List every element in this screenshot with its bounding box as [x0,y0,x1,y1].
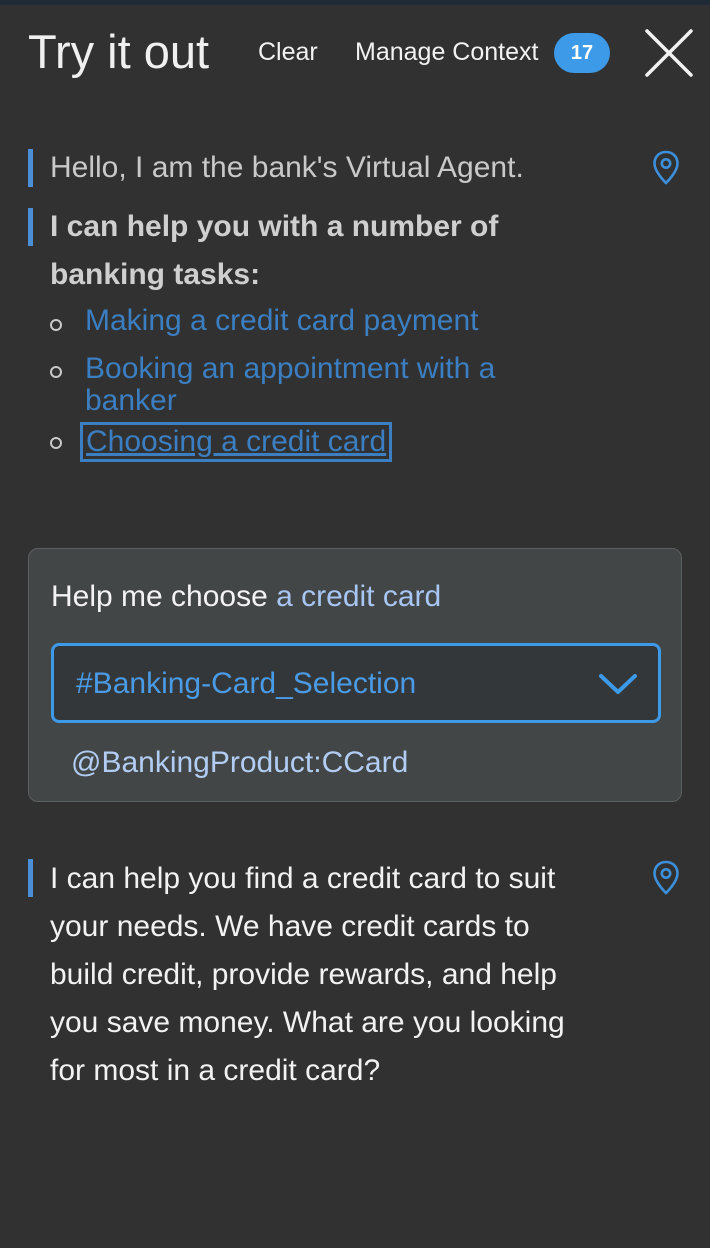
reply-line: I can help you find a credit card to sui… [50,862,556,895]
list-bullet [50,437,62,449]
greeting-message: Hello, I am the bank's Virtual Agent. [50,151,524,184]
manage-context-button[interactable]: Manage Context [355,36,538,68]
user-message-entity-text: a credit card [276,580,442,613]
list-bullet [50,366,62,378]
option-choose-credit-card[interactable]: Choosing a credit card [79,422,393,462]
location-pin-icon[interactable] [652,860,680,896]
reply-line: you save money. What are you looking [50,1006,565,1039]
option-book-appointment[interactable]: Booking an appointment with a [85,353,495,385]
clear-button[interactable]: Clear [258,36,318,68]
try-it-out-header: Try it out Clear Manage Context 17 [0,0,710,110]
detected-entity[interactable]: @BankingProduct:CCard [71,743,408,783]
message-accent-bar [28,149,33,187]
list-bullet [50,319,62,331]
context-count-badge[interactable]: 17 [554,33,610,73]
help-intro-line: I can help you with a number of [50,210,499,243]
user-message-text: Help me choose a credit card [51,577,441,617]
intent-value: #Banking-Card_Selection [76,667,417,700]
message-accent-bar [28,208,33,246]
panel-title: Try it out [28,25,210,78]
reply-line: build credit, provide rewards, and help [50,958,557,991]
option-book-appointment[interactable]: banker [85,385,177,417]
option-credit-card-payment[interactable]: Making a credit card payment [85,305,479,337]
user-message-card: Help me choose a credit card #Banking-Ca… [28,548,682,802]
reply-line: your needs. We have credit cards to [50,910,530,943]
intent-dropdown[interactable]: #Banking-Card_Selection [51,643,661,723]
chevron-down-icon[interactable] [598,668,638,700]
reply-line: for most in a credit card? [50,1054,381,1087]
location-pin-icon[interactable] [652,150,680,186]
help-intro-line: banking tasks: [50,258,261,291]
user-message-prefix: Help me choose [51,580,277,613]
message-accent-bar [28,859,33,897]
close-icon[interactable] [644,28,694,78]
